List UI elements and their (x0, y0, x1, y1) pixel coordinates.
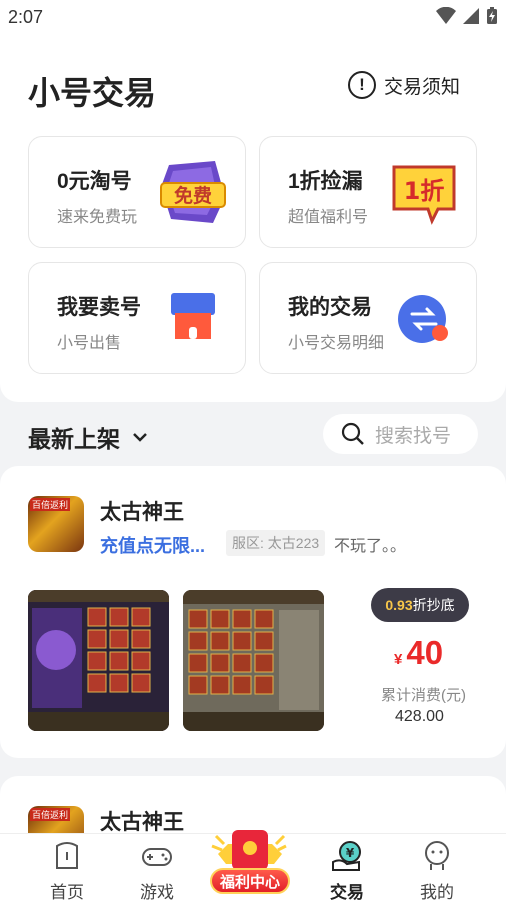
screenshot-thumbnail[interactable] (28, 590, 169, 731)
server-tag: 服区: 太古223 (226, 530, 326, 556)
welfare-center-button[interactable]: 福利中心 (210, 868, 290, 894)
price-amount: 40 (406, 634, 444, 671)
latest-dropdown[interactable]: 最新上架 (28, 420, 148, 454)
wifi-icon (436, 7, 456, 24)
status-time: 2:07 (8, 7, 44, 27)
gamepad-icon (142, 848, 172, 866)
tab-trade[interactable]: ¥ 交易 (302, 834, 392, 901)
discount-badge: 0.93 折抄底 (371, 588, 469, 622)
signal-icon (463, 8, 479, 24)
card-subtitle: 速来免费玩 (57, 209, 138, 226)
svg-text:¥: ¥ (346, 846, 355, 860)
section-title: 最新上架 (28, 426, 120, 452)
currency-symbol: ¥ (394, 651, 403, 668)
free-account-card[interactable]: 0元淘号 速来免费玩 免费 (28, 136, 246, 248)
discount-tag-icon: 1折 (392, 165, 456, 225)
sell-account-card[interactable]: 我要卖号 小号出售 (28, 262, 246, 374)
profile-icon (425, 841, 449, 870)
home-icon (56, 842, 78, 869)
card-subtitle: 小号交易明细 (288, 335, 385, 352)
tab-label: 我的 (420, 883, 454, 901)
tab-games[interactable]: 游戏 (112, 834, 202, 901)
search-icon (341, 422, 364, 445)
free-gift-icon: 免费 (160, 161, 226, 223)
game-name: 太古神王 (100, 501, 184, 524)
free-icon-text: 免费 (174, 184, 212, 207)
trade-notice-label: 交易须知 (383, 76, 460, 98)
info-icon: ! (347, 71, 376, 99)
card-title: 0元淘号 (57, 170, 132, 193)
cumulative-value: 428.00 (395, 708, 444, 725)
trade-coin-icon: ¥ (332, 841, 361, 871)
listing-title: 充值点无限... (100, 536, 206, 556)
trade-notice-button[interactable]: ! 交易须知 (347, 71, 460, 99)
status-bar: 2:07 (0, 0, 506, 34)
latest-section-bar: 最新上架 搜索找号 (0, 402, 506, 466)
discount-value: 0.93 (385, 597, 413, 613)
shop-icon (171, 293, 215, 339)
game-name: 太古神王 (100, 811, 184, 834)
search-placeholder: 搜索找号 (375, 425, 452, 447)
cumulative-label: 累计消费(元) (381, 687, 466, 704)
price: ¥ 40 (394, 634, 443, 672)
trade-header-panel: 小号交易 ! 交易须知 0元淘号 速来免费玩 免费 1折捡漏 超值福利号 1折 … (0, 34, 506, 402)
tab-home[interactable]: 首页 (22, 834, 112, 901)
listing-card[interactable]: 百倍返利 太古神王 充值点无限... 服区: 太古223 不玩了。。 0.93 … (0, 466, 506, 758)
game-icon-badge: 百倍返利 (30, 808, 71, 821)
tab-mine[interactable]: 我的 (392, 834, 482, 901)
listing-description: 不玩了。。 (334, 538, 407, 555)
status-icons (436, 7, 498, 25)
card-title: 我的交易 (288, 296, 372, 319)
card-title: 1折捡漏 (288, 170, 363, 193)
screenshot-thumbnail[interactable] (183, 590, 324, 731)
exchange-icon (398, 295, 448, 343)
card-subtitle: 超值福利号 (288, 209, 369, 226)
card-subtitle: 小号出售 (57, 335, 122, 352)
page-title: 小号交易 (28, 75, 157, 111)
discount-icon-text: 1折 (404, 177, 445, 205)
tab-label: 首页 (50, 883, 84, 901)
battery-icon (487, 7, 497, 24)
my-trades-card[interactable]: 我的交易 小号交易明细 (259, 262, 477, 374)
tab-label: 交易 (330, 883, 364, 901)
discount-pick-card[interactable]: 1折捡漏 超值福利号 1折 (259, 136, 477, 248)
search-input[interactable]: 搜索找号 (323, 414, 478, 454)
game-icon: 百倍返利 (28, 496, 84, 552)
card-title: 我要卖号 (57, 296, 141, 319)
discount-suffix: 折抄底 (412, 597, 455, 613)
tab-label: 游戏 (140, 883, 174, 901)
game-icon-badge: 百倍返利 (30, 498, 71, 511)
chevron-down-icon (133, 433, 147, 442)
